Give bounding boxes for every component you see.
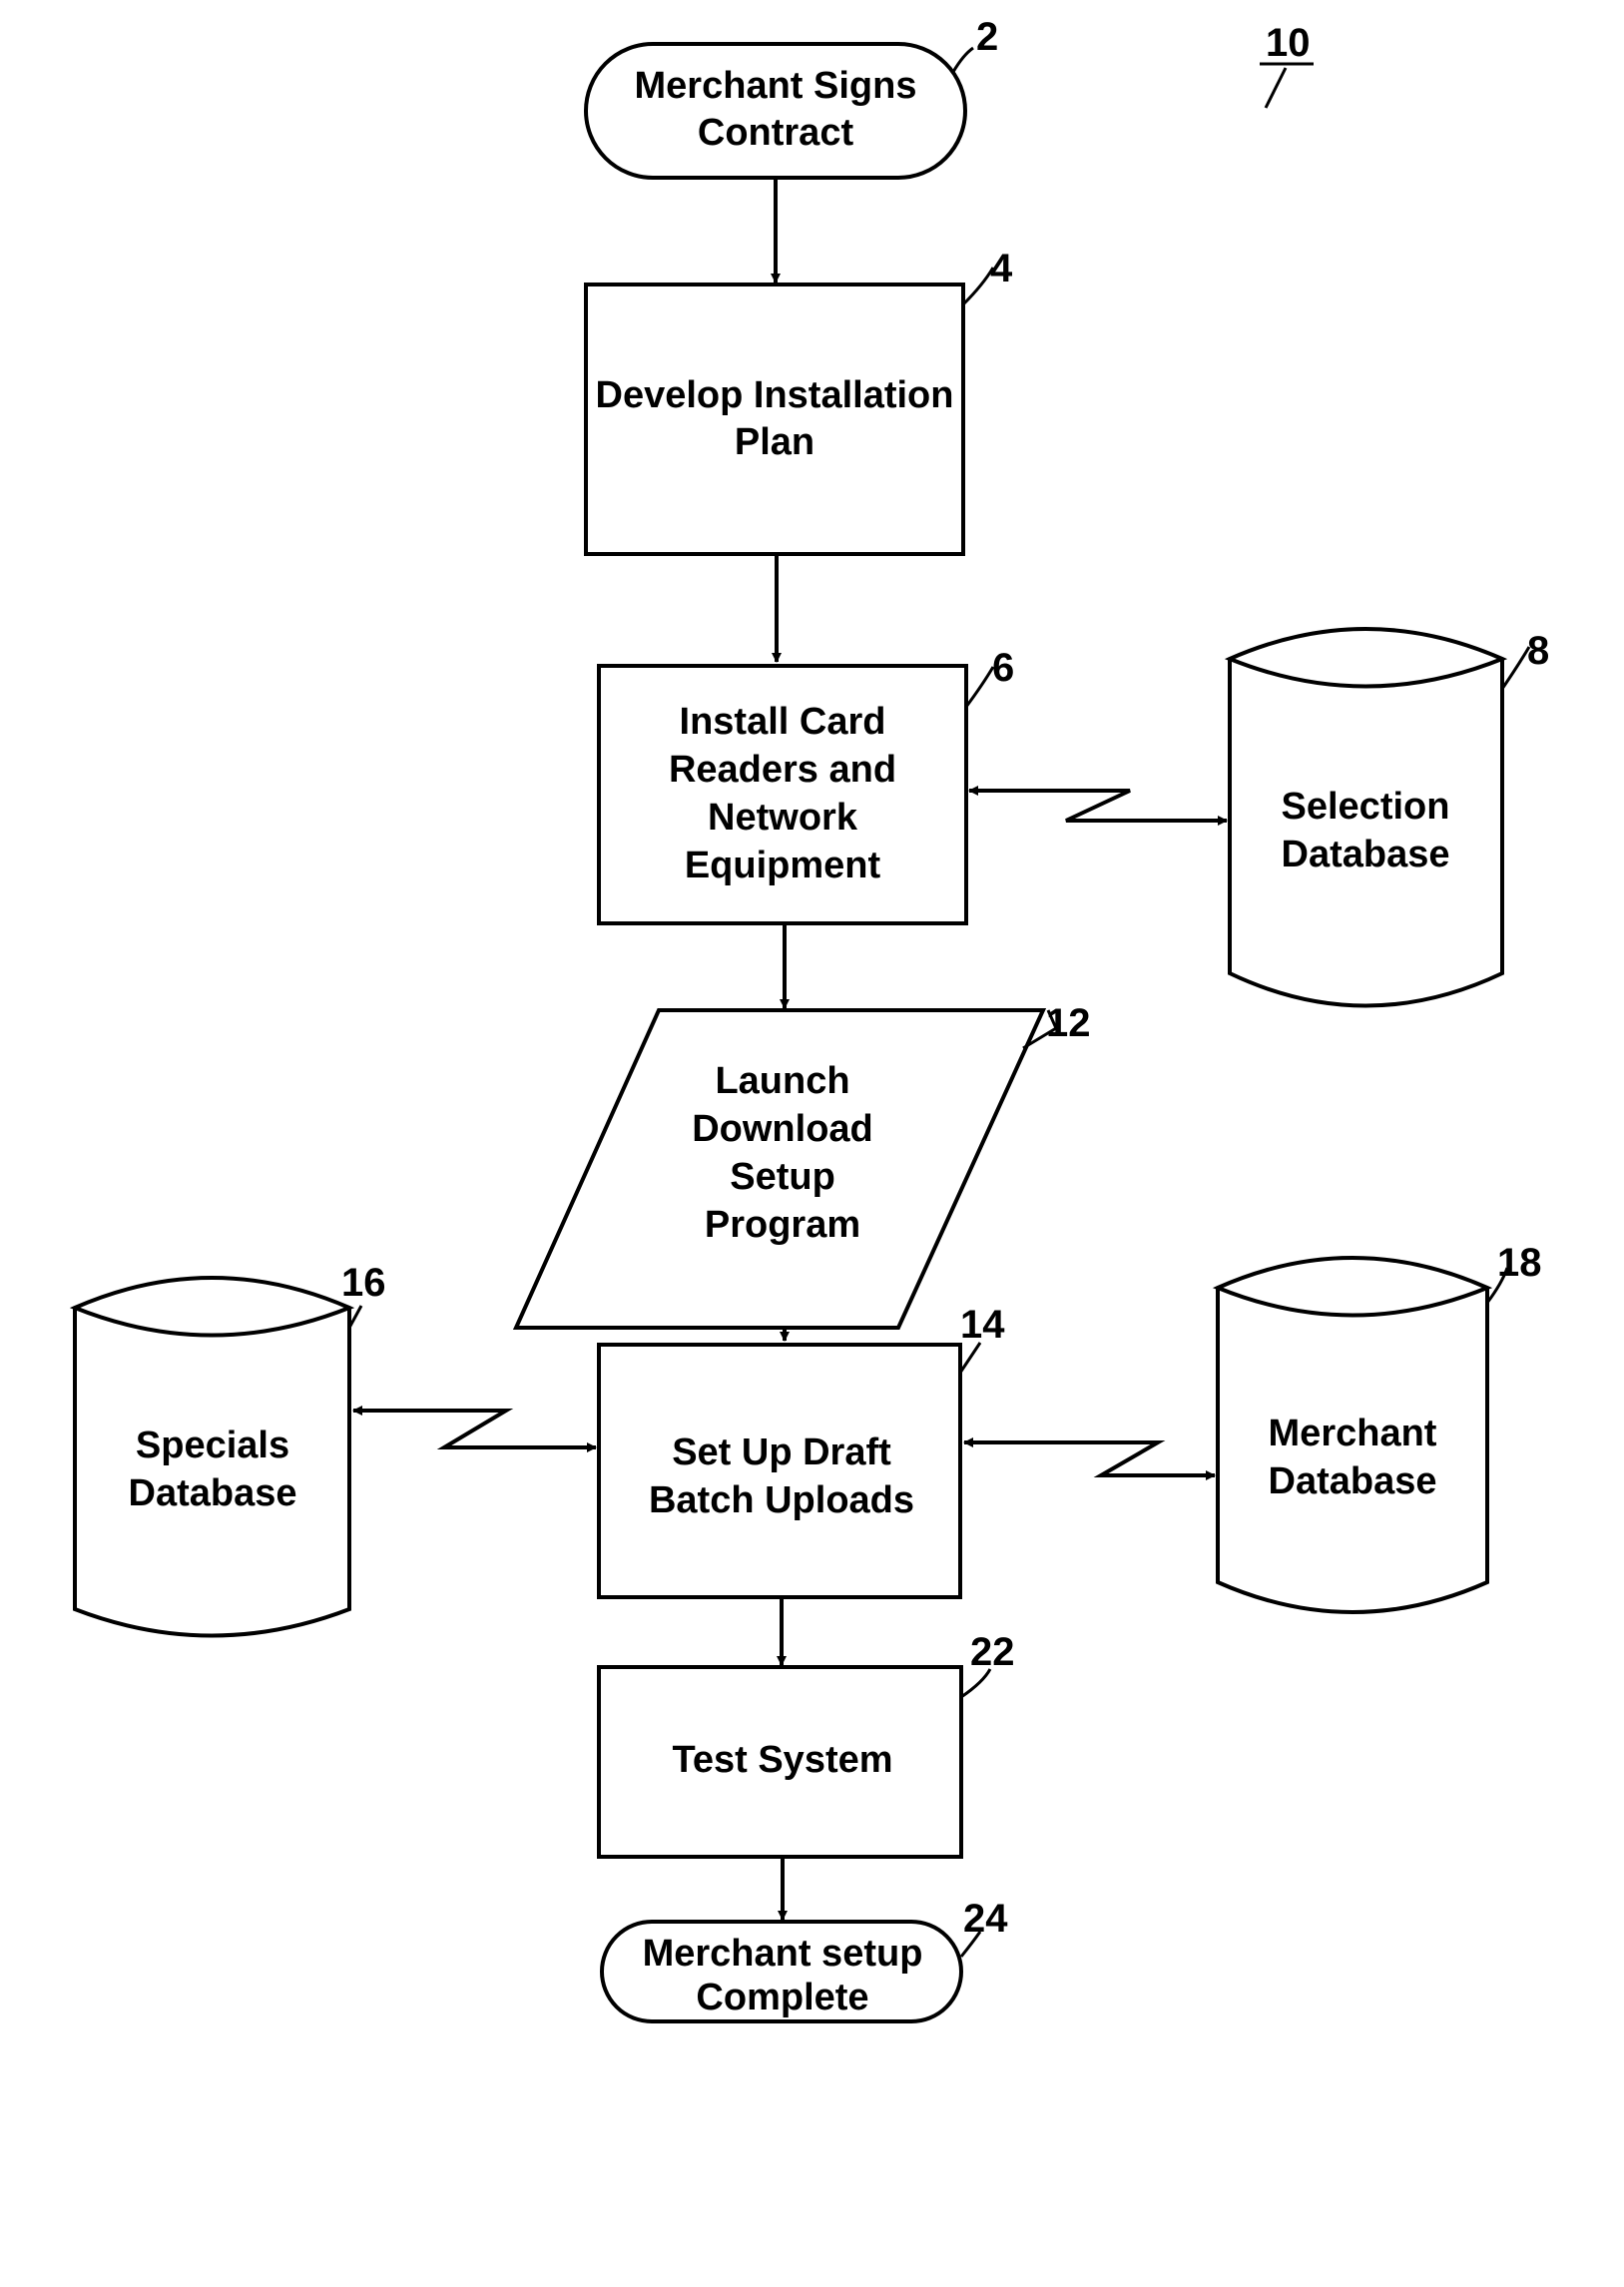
comm-link-specials-setup: [352, 1406, 597, 1452]
node-label-line: Merchant: [1269, 1413, 1437, 1454]
node-start: Merchant Signs Contract 2: [584, 15, 998, 180]
flowchart: 10 Merchant Signs Contract 2 Develop Ins…: [69, 15, 1549, 2023]
node-label-line: Merchant setup: [643, 1933, 923, 1975]
node-merchant-db: Merchant Database 18: [1212, 1241, 1542, 1614]
figure-number: 10: [1266, 21, 1311, 65]
node-label-line: Database: [129, 1472, 297, 1514]
ref-leader: [951, 46, 974, 73]
node-label-line: Database: [1282, 834, 1450, 875]
node-ref-number: 16: [341, 1261, 386, 1305]
node-launch: Launch Download Setup Program 12: [512, 1001, 1091, 1330]
node-ref-number: 18: [1497, 1241, 1542, 1285]
node-install: Install Card Readers and Network Equipme…: [597, 646, 1014, 925]
node-label-line: Specials: [136, 1425, 289, 1466]
figure-reference: 10: [1260, 21, 1314, 109]
node-label-line: Setup: [730, 1156, 835, 1198]
ref-leader: [1500, 646, 1531, 690]
node-label-line: Download: [692, 1108, 873, 1150]
node-label-line: Test System: [672, 1739, 892, 1781]
node-label-line: Contract: [698, 112, 854, 154]
node-test: Test System 22: [597, 1630, 1015, 1859]
node-ref-number: 12: [1046, 1001, 1091, 1045]
node-label-line: Complete: [696, 1977, 868, 2018]
node-label-line: Set Up Draft: [672, 1431, 891, 1473]
link-zigzag: [436, 1409, 519, 1449]
node-label-line: Selection: [1282, 786, 1450, 828]
node-ref-number: 2: [976, 15, 998, 59]
figure-number-leader: [1264, 67, 1288, 109]
node-end: Merchant setup Complete 24: [600, 1897, 1008, 2023]
node-ref-number: 14: [960, 1303, 1005, 1347]
node-ref-number: 6: [992, 646, 1014, 690]
node-label-line: Install Card: [680, 701, 886, 743]
process-box: [584, 283, 965, 556]
node-label-line: Database: [1269, 1460, 1437, 1502]
ref-leader: [958, 1342, 982, 1374]
node-label-line: Develop Installation: [596, 374, 954, 416]
ref-leader: [961, 267, 995, 306]
node-ref-number: 22: [970, 1630, 1015, 1674]
node-ref-number: 4: [990, 247, 1013, 290]
comm-link-install-selection: [968, 786, 1228, 826]
node-label-line: Program: [705, 1204, 860, 1246]
node-label-line: Readers and: [669, 749, 896, 791]
node-specials-db: Specials Database 16: [69, 1261, 386, 1638]
node-ref-number: 8: [1527, 629, 1549, 673]
node-label-line: Batch Uploads: [649, 1479, 914, 1521]
node-ref-number: 24: [963, 1897, 1008, 1941]
node-label-line: Plan: [735, 421, 814, 463]
node-plan: Develop Installation Plan 4: [584, 247, 1013, 556]
node-label-line: Network: [708, 797, 858, 839]
comm-link-setup-merchant: [963, 1437, 1216, 1480]
link-zigzag: [1033, 789, 1227, 823]
node-setup-batch: Set Up Draft Batch Uploads 14: [597, 1303, 1005, 1599]
node-label-line: Equipment: [685, 845, 881, 886]
ref-leader: [964, 666, 995, 708]
node-selection-db: Selection Database 8: [1224, 627, 1549, 1008]
node-label-line: Merchant Signs: [635, 65, 917, 107]
node-label-line: Launch: [715, 1060, 849, 1102]
link-zigzag: [1028, 1440, 1166, 1477]
database-body: [1228, 659, 1504, 1008]
